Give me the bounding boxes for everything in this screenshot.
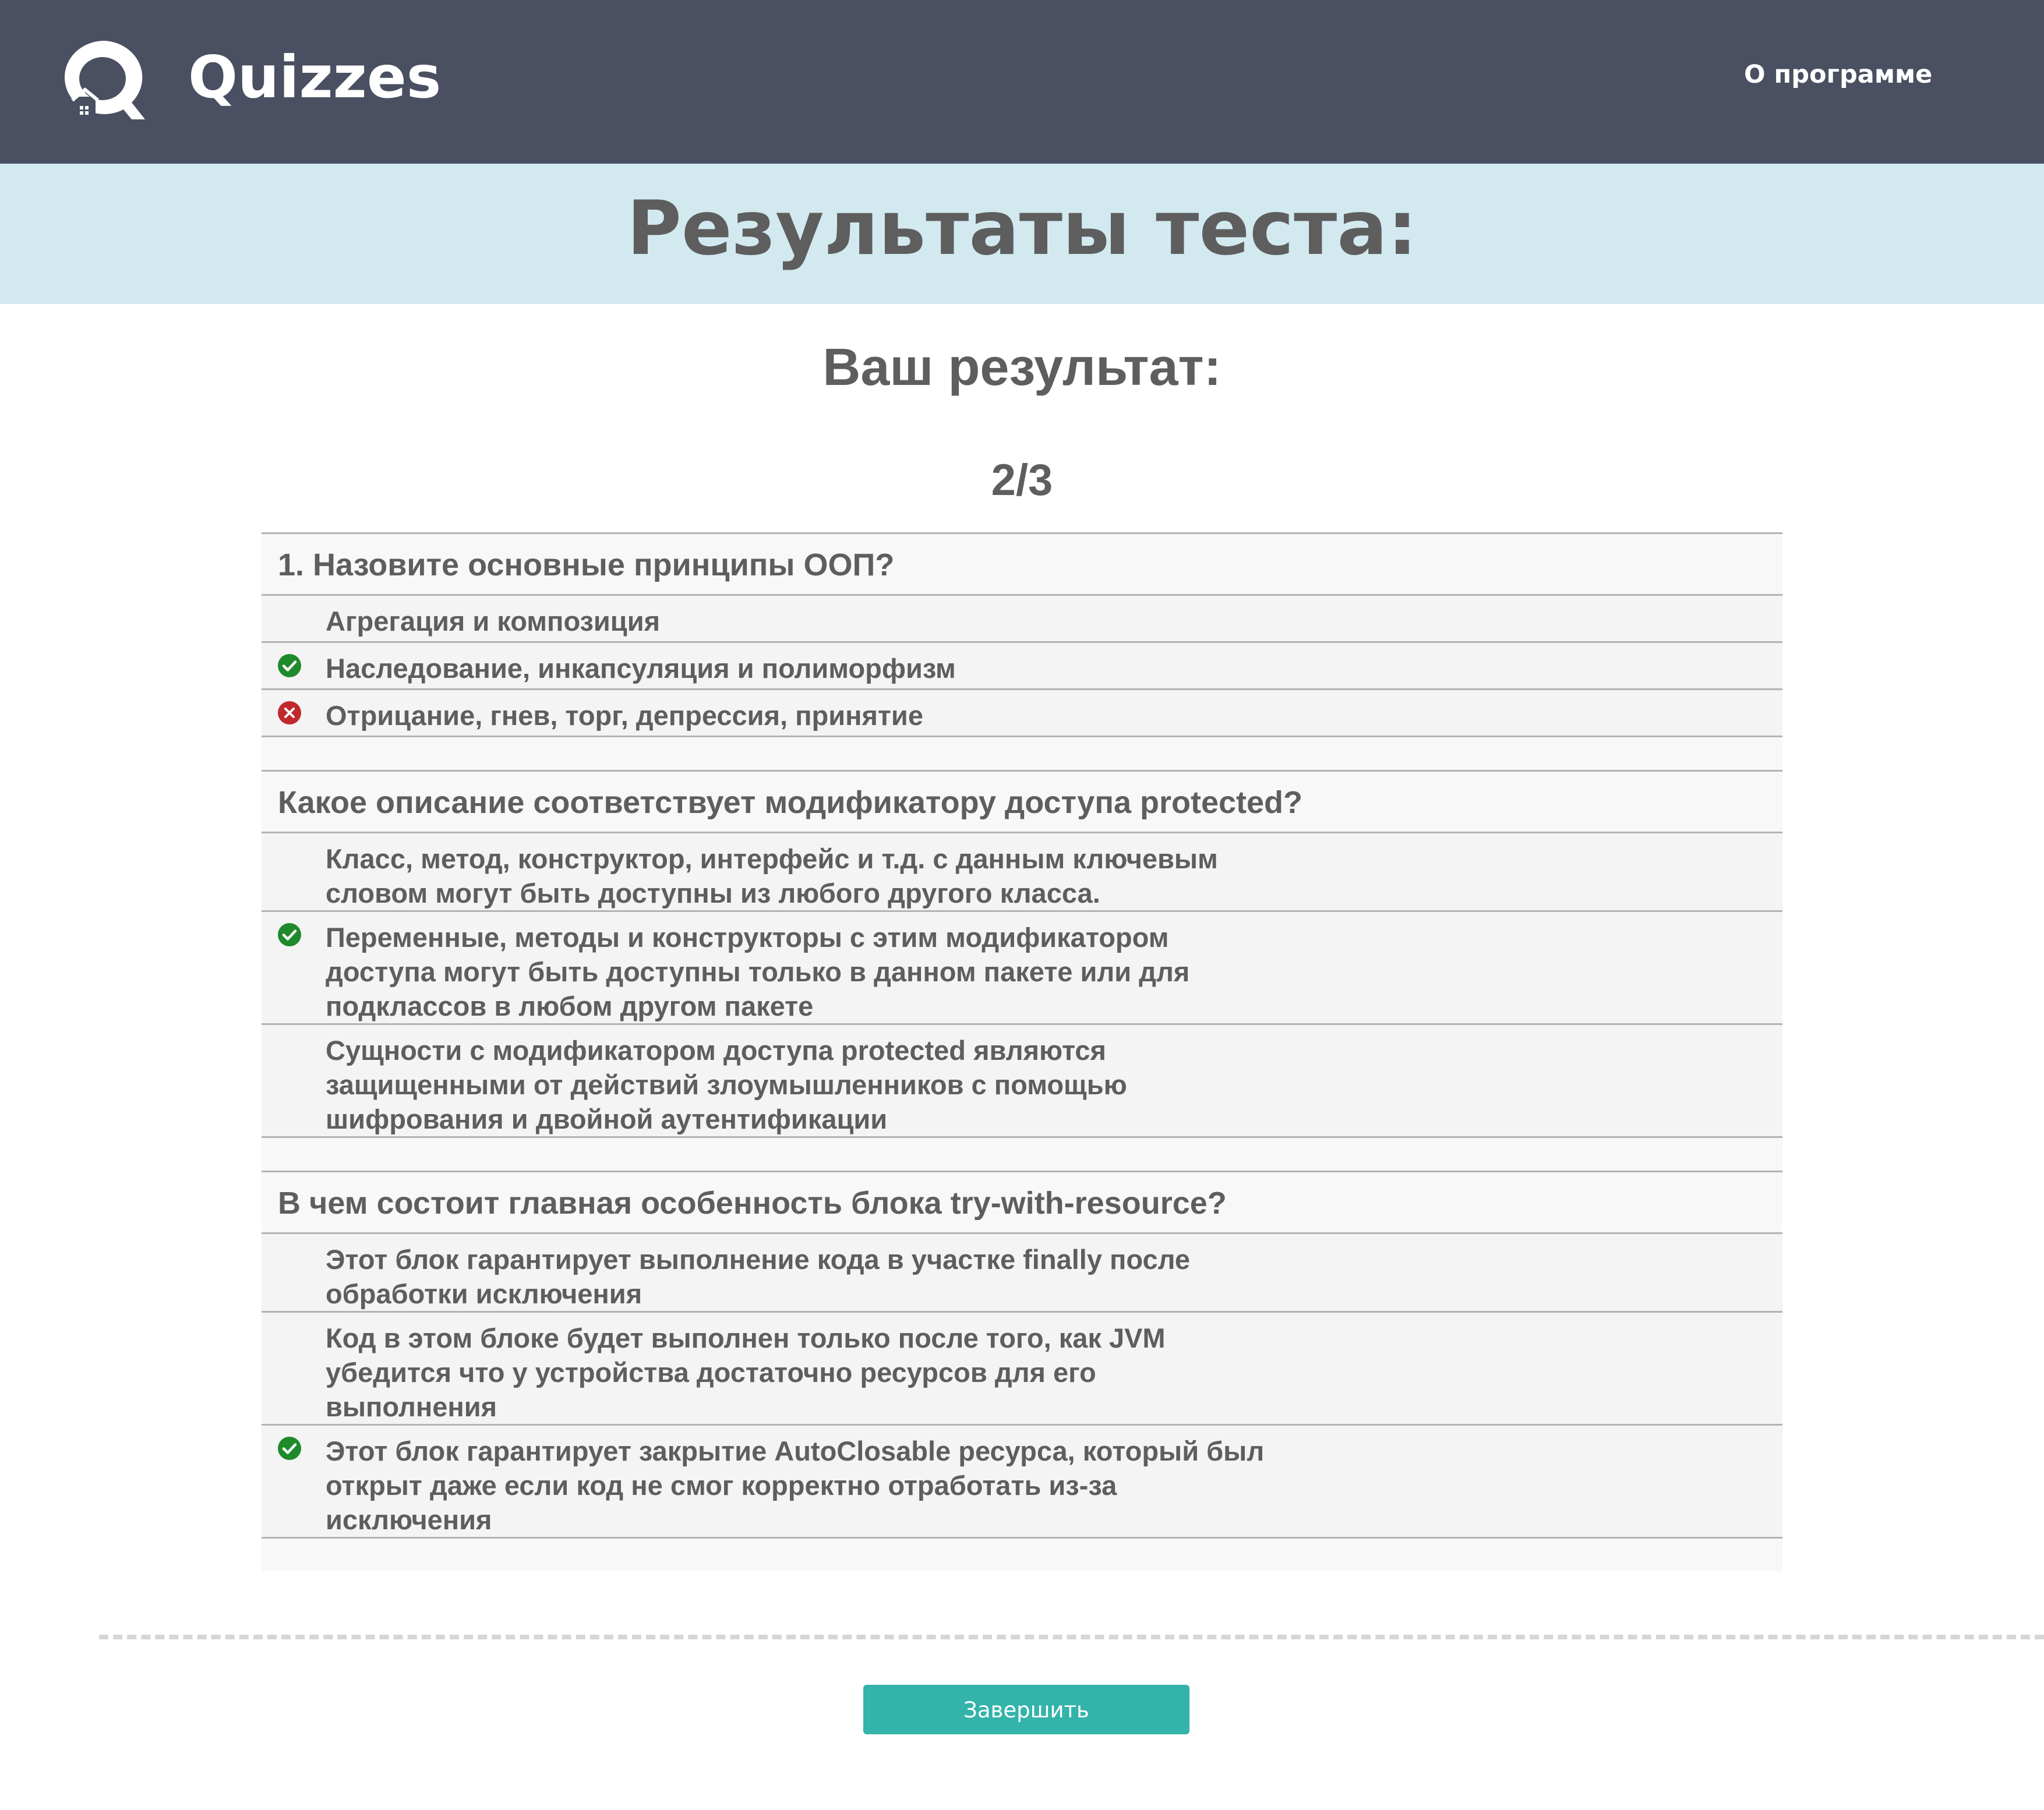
finish-button[interactable]: Завершить xyxy=(863,1685,1189,1734)
answer-text: Отрицание, гнев, торг, депрессия, принят… xyxy=(326,700,923,731)
answer-text: Агрегация и композиция xyxy=(326,606,661,637)
quizzes-logo-icon[interactable] xyxy=(61,41,145,119)
dashed-divider xyxy=(99,1635,2044,1639)
answer-item: Переменные, методы и конструкторы с этим… xyxy=(262,912,1782,1025)
answer-text: Этот блок гарантирует выполнение кода в … xyxy=(326,1244,1191,1309)
question-spacer xyxy=(262,1138,1782,1172)
results-table: 1. Назовите основные принципы ООП? Агрег… xyxy=(262,532,1782,1571)
answer-item: Наследование, инкапсуляция и полиморфизм xyxy=(262,643,1782,690)
answer-item: Сущности с модификатором доступа protect… xyxy=(262,1025,1782,1138)
answer-text: Этот блок гарантирует закрытие AutoClosa… xyxy=(326,1436,1265,1535)
check-circle-icon xyxy=(278,1437,301,1460)
title-band: Результаты теста: xyxy=(0,164,2044,304)
answer-text: Наследование, инкапсуляция и полиморфизм xyxy=(326,653,956,684)
answer-item: Код в этом блоке будет выполнен только п… xyxy=(262,1313,1782,1426)
answer-item: Агрегация и композиция xyxy=(262,596,1782,643)
answer-item: Отрицание, гнев, торг, депрессия, принят… xyxy=(262,690,1782,737)
question-title: 1. Назовите основные принципы ООП? xyxy=(262,534,1782,596)
answer-text: Переменные, методы и конструкторы с этим… xyxy=(326,922,1190,1021)
question-block: 1. Назовите основные принципы ООП? Агрег… xyxy=(262,534,1782,772)
top-navbar: Quizzes О программе xyxy=(0,0,2044,164)
about-link[interactable]: О программе xyxy=(1744,58,1932,91)
score-value: 2/3 xyxy=(991,455,1053,505)
result-heading: Ваш результат: xyxy=(822,338,1222,397)
check-circle-icon xyxy=(278,923,301,946)
check-circle-icon xyxy=(278,654,301,677)
answer-text: Сущности с модификатором доступа protect… xyxy=(326,1035,1127,1134)
question-block: Какое описание соответствует модификатор… xyxy=(262,772,1782,1172)
question-spacer xyxy=(262,737,1782,772)
answer-item: Этот блок гарантирует закрытие AutoClosa… xyxy=(262,1426,1782,1539)
question-title: Какое описание соответствует модификатор… xyxy=(262,772,1782,833)
cross-circle-icon xyxy=(278,701,301,724)
answer-item: Класс, метод, конструктор, интерфейс и т… xyxy=(262,833,1782,912)
answer-item: Этот блок гарантирует выполнение кода в … xyxy=(262,1234,1782,1313)
answer-text: Класс, метод, конструктор, интерфейс и т… xyxy=(326,843,1218,908)
answer-text: Код в этом блоке будет выполнен только п… xyxy=(326,1323,1166,1422)
question-block: В чем состоит главная особенность блока … xyxy=(262,1172,1782,1571)
question-spacer xyxy=(262,1539,1782,1571)
brand-name[interactable]: Quizzes xyxy=(188,40,441,115)
question-title: В чем состоит главная особенность блока … xyxy=(262,1172,1782,1234)
page-title: Результаты теста: xyxy=(627,185,1417,272)
